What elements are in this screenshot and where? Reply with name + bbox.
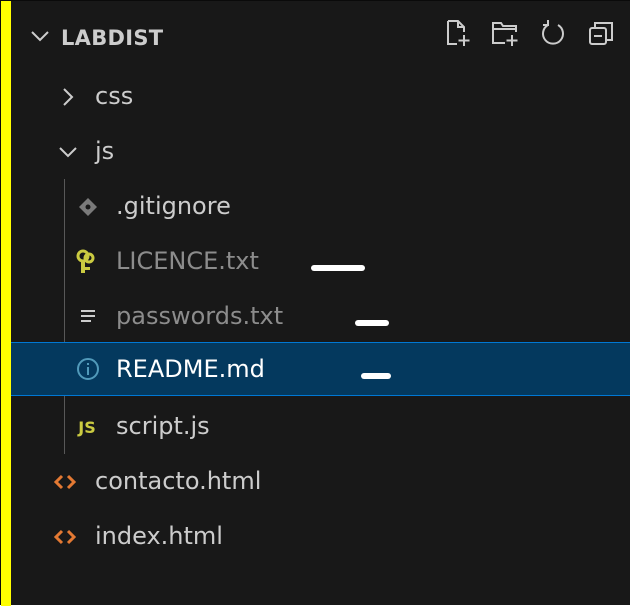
tree-item-gitignore[interactable]: .gitignore <box>11 179 630 234</box>
accent-strip <box>1 1 11 606</box>
tree-item-label: LICENCE.txt <box>116 247 259 275</box>
tree-item-label: index.html <box>95 522 223 550</box>
tree-item-label: script.js <box>116 412 210 440</box>
html-icon <box>52 469 78 495</box>
tree-item-readme[interactable]: README.md <box>11 342 630 396</box>
file-explorer: LABDIST css js .gitignore LICENCE.txt pa… <box>0 0 630 606</box>
new-file-icon[interactable] <box>441 17 473 49</box>
git-icon <box>75 194 101 220</box>
tree-item-css-folder[interactable]: css <box>11 69 630 124</box>
license-key-icon <box>73 249 99 275</box>
tree-item-label: README.md <box>116 355 265 383</box>
tree-item-passwords[interactable]: passwords.txt <box>11 289 630 344</box>
tree-item-contacto[interactable]: contacto.html <box>11 454 630 509</box>
tree-item-index[interactable]: index.html <box>11 509 630 564</box>
chevron-down-icon[interactable] <box>29 25 51 47</box>
info-icon <box>75 356 101 382</box>
explorer-title: LABDIST <box>61 26 164 50</box>
tree-item-label: js <box>95 137 115 165</box>
tree-item-label: .gitignore <box>116 192 231 220</box>
tree-item-label: contacto.html <box>95 467 262 495</box>
tree-item-label: css <box>95 82 134 110</box>
header-actions <box>441 17 617 53</box>
tree-item-script[interactable]: JS script.js <box>11 399 630 454</box>
collapse-all-icon[interactable] <box>585 17 617 49</box>
text-file-icon <box>75 304 101 330</box>
tree-item-js-folder[interactable]: js <box>11 124 630 179</box>
new-folder-icon[interactable] <box>489 17 521 49</box>
tree-item-licence[interactable]: LICENCE.txt <box>11 234 630 289</box>
refresh-icon[interactable] <box>537 17 569 49</box>
chevron-right-icon <box>55 84 81 110</box>
redaction-mark <box>311 265 365 271</box>
redaction-mark <box>355 320 389 326</box>
redaction-mark <box>361 373 391 379</box>
tree-item-label: passwords.txt <box>116 302 284 330</box>
explorer-header[interactable]: LABDIST <box>11 1 630 69</box>
html-icon <box>52 524 78 550</box>
js-icon: JS <box>78 417 96 437</box>
chevron-down-icon <box>55 139 81 165</box>
